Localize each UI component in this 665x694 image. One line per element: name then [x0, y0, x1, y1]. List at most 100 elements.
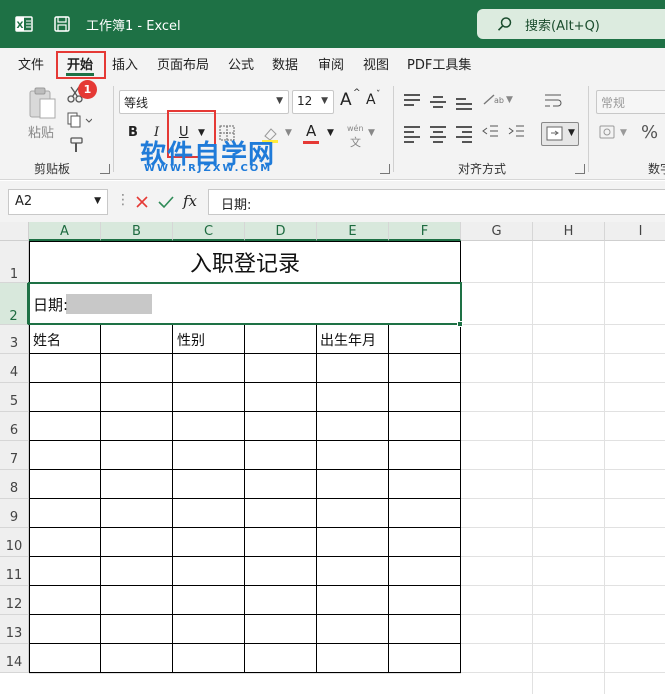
- row-header-3[interactable]: 3: [0, 325, 29, 354]
- tab-page-layout[interactable]: 页面布局: [157, 54, 209, 73]
- row-header-1[interactable]: 1: [0, 241, 29, 283]
- table-border: [29, 672, 461, 673]
- paste-icon[interactable]: [26, 86, 58, 120]
- tab-file[interactable]: 文件: [18, 54, 44, 73]
- name-box[interactable]: A2 ▼: [8, 189, 108, 215]
- increase-indent-icon[interactable]: [507, 124, 525, 140]
- enter-icon[interactable]: [158, 195, 174, 209]
- align-bottom-icon[interactable]: [456, 98, 472, 113]
- font-color-button[interactable]: A: [306, 122, 316, 140]
- percent-button[interactable]: %: [641, 122, 658, 143]
- number-format-select[interactable]: 常规: [596, 90, 665, 114]
- insert-function-button[interactable]: fx: [183, 192, 197, 210]
- shrink-font-button[interactable]: A: [366, 92, 376, 108]
- more-options-icon[interactable]: ⋮: [116, 192, 130, 208]
- header-gender-cell[interactable]: 性别: [177, 330, 205, 350]
- column-header-f[interactable]: F: [389, 222, 461, 241]
- tab-pdf-tools[interactable]: PDF工具集: [407, 54, 471, 73]
- cancel-icon[interactable]: [135, 195, 149, 209]
- formula-input[interactable]: 日期:: [208, 189, 665, 215]
- bold-button[interactable]: B: [128, 125, 138, 140]
- row-header-12[interactable]: 12: [0, 586, 29, 615]
- font-name-value: 等线: [124, 96, 149, 110]
- window-title: 工作簿1 - Excel: [86, 19, 181, 34]
- header-name-cell[interactable]: 姓名: [33, 330, 61, 350]
- fill-handle[interactable]: [457, 321, 463, 327]
- clipboard-launcher-icon[interactable]: [100, 164, 110, 174]
- gridline: [461, 469, 665, 470]
- worksheet-grid[interactable]: A B C D E F G H I 1 2 3 4 5 6 7 8 9 10 1…: [0, 222, 665, 694]
- orientation-icon[interactable]: ab: [482, 92, 504, 108]
- gridline: [461, 672, 665, 673]
- cell-selection-box: [28, 282, 462, 325]
- phonetic-guide-button[interactable]: wén: [347, 124, 364, 133]
- row-header-5[interactable]: 5: [0, 383, 29, 412]
- wrap-text-icon[interactable]: [543, 92, 563, 110]
- row-header-2[interactable]: 2: [0, 283, 29, 325]
- column-header-g[interactable]: G: [461, 222, 533, 241]
- tab-insert[interactable]: 插入: [112, 54, 138, 73]
- table-border: [29, 469, 461, 470]
- orientation-dropdown-icon[interactable]: ▼: [506, 95, 513, 105]
- copy-icon[interactable]: [66, 111, 92, 129]
- tab-view[interactable]: 视图: [363, 54, 389, 73]
- tab-formulas[interactable]: 公式: [228, 54, 254, 73]
- phonetic-dropdown-icon[interactable]: ▼: [368, 128, 375, 138]
- column-header-c[interactable]: C: [173, 222, 245, 241]
- align-center-icon[interactable]: [430, 126, 446, 146]
- select-all-corner[interactable]: [0, 222, 29, 241]
- column-header-d[interactable]: D: [245, 222, 317, 241]
- row-header-8[interactable]: 8: [0, 470, 29, 499]
- table-border: [100, 324, 101, 673]
- table-border: [29, 440, 461, 441]
- column-header-i[interactable]: I: [605, 222, 665, 241]
- clipboard-group-label: 剪贴板: [34, 162, 71, 176]
- sheet-title-cell[interactable]: 入职登记录: [29, 242, 461, 284]
- row-header-4[interactable]: 4: [0, 354, 29, 383]
- row-header-14[interactable]: 14: [0, 644, 29, 673]
- tab-data[interactable]: 数据: [272, 54, 298, 73]
- accounting-format-icon[interactable]: [598, 124, 618, 142]
- merge-cells-icon: [546, 126, 563, 141]
- table-border: [29, 527, 461, 528]
- column-header-e[interactable]: E: [317, 222, 389, 241]
- ribbon: 粘贴 剪贴板 等线 ▼ 12 ▼ A ^ A ˇ B I U ▼ ▼ A ▼ w…: [0, 78, 665, 180]
- align-top-icon[interactable]: [404, 94, 420, 109]
- fill-color-dropdown-icon[interactable]: ▼: [285, 128, 292, 138]
- format-painter-icon[interactable]: [68, 136, 86, 154]
- alignment-launcher-icon[interactable]: [575, 164, 585, 174]
- align-middle-icon[interactable]: [430, 96, 446, 111]
- align-left-icon[interactable]: [404, 126, 420, 146]
- gridline: [461, 382, 665, 383]
- grow-font-button[interactable]: A: [340, 90, 352, 110]
- gridline: [604, 241, 605, 694]
- column-header-b[interactable]: B: [101, 222, 173, 241]
- gridline: [461, 411, 665, 412]
- table-border: [29, 353, 461, 354]
- row-header-11[interactable]: 11: [0, 557, 29, 586]
- row-header-9[interactable]: 9: [0, 499, 29, 528]
- watermark-url: WWW.RJZXW.COM: [144, 163, 273, 174]
- font-launcher-icon[interactable]: [380, 164, 390, 174]
- align-right-icon[interactable]: [456, 126, 472, 146]
- table-border: [29, 643, 461, 644]
- row-header-7[interactable]: 7: [0, 441, 29, 470]
- search-box[interactable]: 搜索(Alt+Q): [477, 9, 665, 39]
- row-header-13[interactable]: 13: [0, 615, 29, 644]
- save-icon[interactable]: [52, 14, 72, 34]
- font-color-dropdown-icon[interactable]: ▼: [327, 128, 334, 138]
- font-size-select[interactable]: 12 ▼: [292, 90, 334, 114]
- shrink-font-icon: ˇ: [376, 90, 381, 100]
- accounting-dropdown-icon[interactable]: ▼: [620, 128, 627, 138]
- row-header-10[interactable]: 10: [0, 528, 29, 557]
- tab-review[interactable]: 审阅: [318, 54, 344, 73]
- decrease-indent-icon[interactable]: [481, 124, 499, 140]
- table-border: [244, 324, 245, 673]
- merge-center-button[interactable]: ▼: [541, 122, 579, 146]
- font-color-swatch: [303, 141, 319, 144]
- header-birth-cell[interactable]: 出生年月: [320, 330, 376, 350]
- formula-bar: A2 ▼ ⋮ fx 日期:: [0, 181, 665, 222]
- column-header-h[interactable]: H: [533, 222, 605, 241]
- column-header-a[interactable]: A: [29, 222, 101, 241]
- row-header-6[interactable]: 6: [0, 412, 29, 441]
